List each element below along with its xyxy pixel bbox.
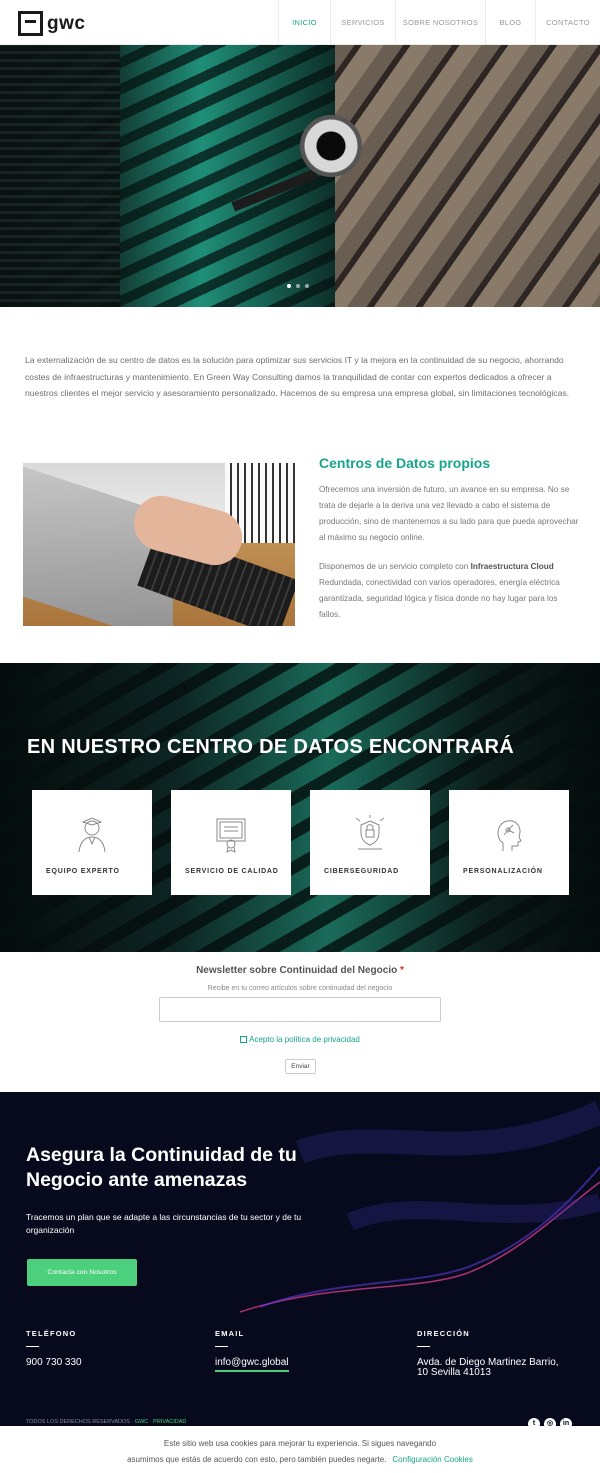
hero-image-datacenter [0, 45, 335, 307]
slider-dots [287, 284, 309, 288]
cta-title: Asegura la Continuidad de tu Negocio ant… [26, 1144, 297, 1191]
card-label: Ciberseguridad [324, 868, 399, 875]
laptop-photo [23, 463, 295, 626]
services-band-title: EN NUESTRO CENTRO DE DATOS ENCONTRARÁ [27, 736, 515, 758]
address-value: Avda. de Diego Martinez Barrio, 10 Sevill… [417, 1357, 559, 1378]
card-ciberseguridad: Ciberseguridad [310, 790, 430, 895]
logo-text: gwc [47, 12, 86, 34]
expert-icon [78, 817, 106, 853]
card-label: Personalización [463, 868, 543, 875]
main-nav: Inicio Servicios Sobre Nosotros Blog Con… [278, 0, 600, 45]
email-label: Email [215, 1329, 245, 1338]
nav-item-contacto[interactable]: Contacto [535, 0, 600, 45]
card-equipo-experto: Equipo experto [32, 790, 152, 895]
feature-title: Centros de Datos propios [319, 455, 491, 471]
hero-image-building [335, 45, 600, 307]
cta-subtitle: Tracemos un plan que se adapte a las cir… [26, 1212, 302, 1235]
slider-dot-3[interactable] [305, 284, 309, 288]
nav-item-sobre-nosotros[interactable]: Sobre Nosotros [395, 0, 485, 45]
divider [215, 1346, 228, 1347]
phone-value[interactable]: 900 730 330 [26, 1358, 82, 1368]
divider [417, 1346, 430, 1347]
privacy-checkbox[interactable]: Acepto la política de privacidad [0, 1035, 600, 1044]
card-personalizacion: Personalización [449, 790, 569, 895]
newsletter-subtitle: Recibe en tu correo artículos sobre cont… [207, 985, 393, 992]
divider [26, 1346, 39, 1347]
cookie-banner: Este sitio web usa cookies para mejorar … [0, 1426, 600, 1473]
email-link[interactable]: info@gwc.global [215, 1358, 289, 1372]
required-mark: * [400, 965, 404, 976]
cookie-settings-link[interactable]: Configuración Cookies [392, 1455, 473, 1464]
logo[interactable]: gwc [18, 11, 85, 36]
cookie-text: Este sitio web usa cookies para mejorar … [127, 1439, 473, 1464]
head-icon [497, 820, 522, 851]
hero-slider[interactable] [0, 45, 600, 307]
address-label: Dirección [417, 1329, 470, 1338]
newsletter-submit-button[interactable]: Enviar [285, 1059, 316, 1074]
logo-mark-icon [18, 11, 43, 36]
newsletter-title: Newsletter sobre Continuidad del Negocio… [196, 965, 404, 976]
feature-paragraph-1: Ofrecemos una inversión de futuro, un av… [319, 485, 579, 542]
slider-dot-2[interactable] [296, 284, 300, 288]
privacy-link[interactable]: Privacidad [153, 1419, 186, 1425]
checkbox-icon[interactable] [240, 1036, 248, 1043]
card-label: Servicio de calidad [185, 868, 279, 875]
nav-item-inicio[interactable]: Inicio [278, 0, 330, 45]
contact-us-button[interactable]: Contacta con Nosotros [27, 1259, 137, 1286]
card-servicio-calidad: Servicio de calidad [171, 790, 291, 895]
privacy-label[interactable]: Acepto la política de privacidad [249, 1035, 360, 1044]
nav-item-servicios[interactable]: Servicios [330, 0, 395, 45]
nav-item-blog[interactable]: Blog [485, 0, 535, 45]
card-label: Equipo experto [46, 868, 120, 875]
intro-text: La externalización de su centro de datos… [25, 355, 570, 398]
feature-paragraph-2: Disponemos de un servicio completo con I… [319, 562, 560, 619]
site-header: gwc Inicio Servicios Sobre Nosotros Blog… [0, 0, 600, 45]
phone-label: Teléfono [26, 1329, 77, 1338]
newsletter-email-input[interactable] [159, 997, 441, 1022]
security-camera-icon [300, 115, 362, 177]
copyright: Todos los derechos reservados · GWC · Pr… [26, 1419, 187, 1425]
shield-icon [355, 815, 385, 850]
certificate-icon [216, 818, 246, 853]
slider-dot-1[interactable] [287, 284, 291, 288]
